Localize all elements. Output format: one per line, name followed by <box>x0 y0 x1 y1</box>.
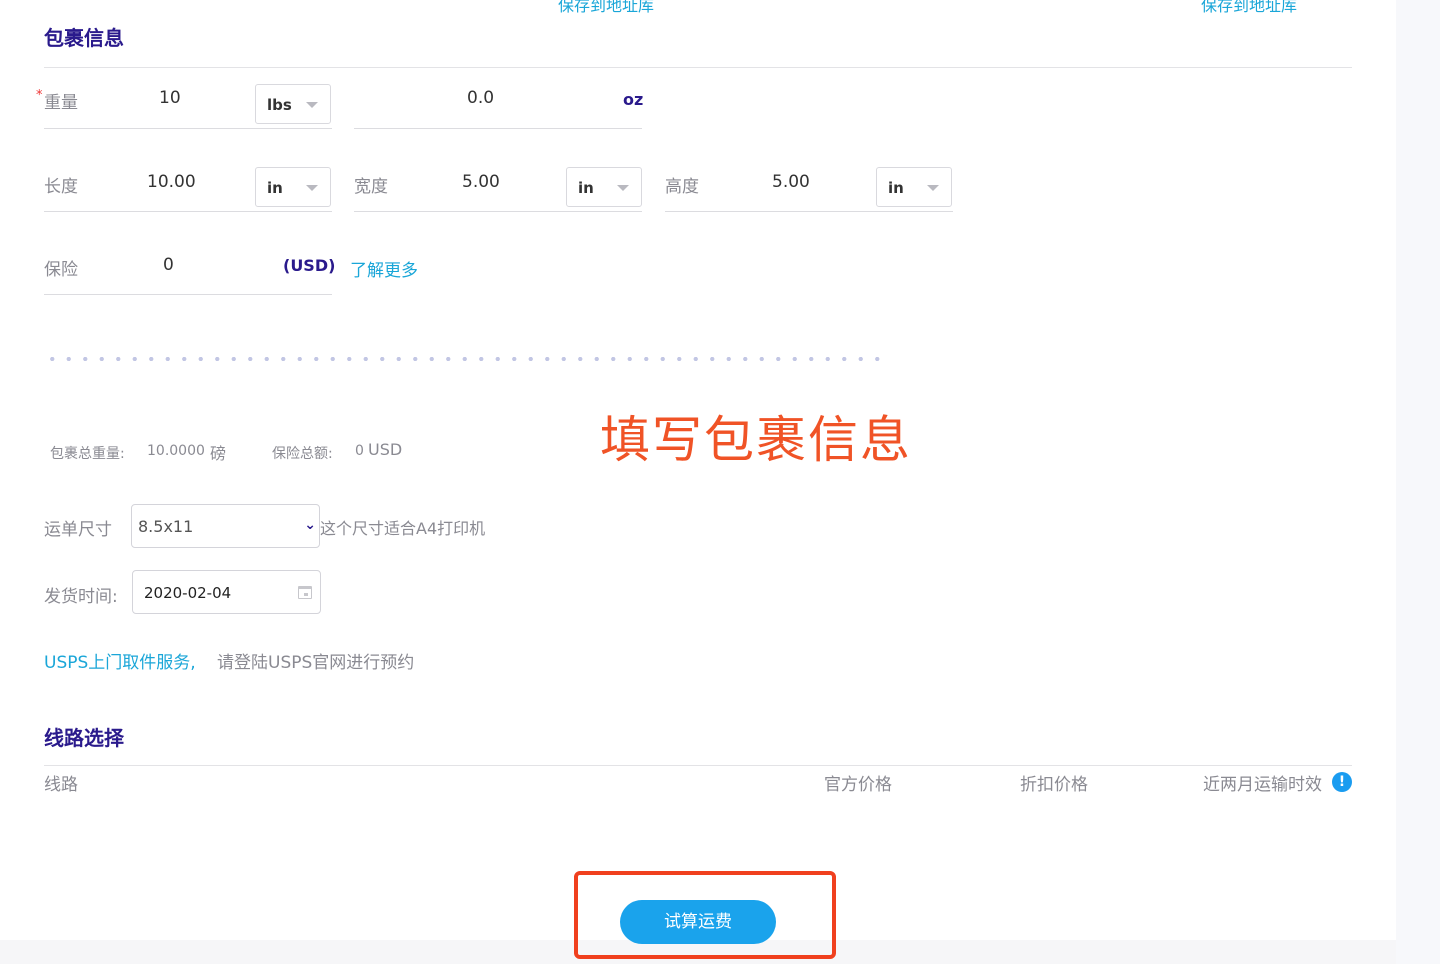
chevron-down-icon: ⌄ <box>304 517 316 533</box>
label-size-value: 8.5x11 <box>138 517 194 536</box>
insurance-currency: (USD) <box>283 256 336 275</box>
weight-unit-select[interactable]: lbs <box>255 84 331 124</box>
oz-field-underline <box>354 128 642 129</box>
annotation-text: 填写包裹信息 <box>600 411 912 469</box>
insurance-total-unit: USD <box>368 440 403 459</box>
caret-down-icon <box>306 185 318 191</box>
width-field-underline <box>354 211 642 212</box>
caret-down-icon <box>617 185 629 191</box>
total-weight-label: 包裹总重量: <box>50 446 125 462</box>
length-field-underline <box>44 211 332 212</box>
height-field-underline <box>665 211 953 212</box>
save-address-link-left[interactable]: 保存到地址库 <box>558 0 654 16</box>
length-input[interactable]: 10.00 <box>147 172 196 192</box>
right-gutter <box>1396 0 1440 964</box>
insurance-total-value: 0 <box>355 443 364 459</box>
height-input[interactable]: 5.00 <box>772 172 810 192</box>
learn-more-link[interactable]: 了解更多 <box>350 256 418 281</box>
calendar-icon[interactable] <box>298 586 312 599</box>
length-unit-value: in <box>267 179 283 197</box>
width-input[interactable]: 5.00 <box>462 172 500 192</box>
height-unit-select[interactable]: in <box>876 167 952 207</box>
oz-unit: oz <box>623 90 644 109</box>
width-unit-value: in <box>578 179 594 197</box>
total-weight-unit: 磅 <box>210 444 227 463</box>
save-address-link-right[interactable]: 保存到地址库 <box>1201 0 1297 16</box>
required-mark: * <box>36 88 43 103</box>
width-unit-select[interactable]: in <box>566 167 642 207</box>
usps-pickup-text: 请登陆USPS官网进行预约 <box>217 653 415 673</box>
insurance-total-label: 保险总额: <box>272 446 333 462</box>
routes-divider <box>44 765 1352 766</box>
total-weight-value: 10.0000 <box>147 443 205 459</box>
height-label: 高度 <box>665 177 699 197</box>
weight-label: 重量 <box>44 93 78 113</box>
ship-date-label: 发货时间: <box>44 587 118 607</box>
length-label: 长度 <box>44 177 78 197</box>
weight-input[interactable]: 10 <box>159 88 181 108</box>
package-title-divider <box>44 67 1352 68</box>
discount-price-column-header: 折扣价格 <box>1020 775 1088 795</box>
length-unit-select[interactable]: in <box>255 167 331 207</box>
route-column-header: 线路 <box>44 775 78 795</box>
width-label: 宽度 <box>354 177 388 197</box>
weight-unit-value: lbs <box>267 96 292 114</box>
transit-time-column-header: 近两月运输时效 <box>1203 775 1322 795</box>
info-icon[interactable]: ! <box>1332 772 1352 792</box>
package-section-title: 包裹信息 <box>44 26 124 50</box>
annotation-highlight-frame <box>574 871 836 959</box>
caret-down-icon <box>927 185 939 191</box>
dotted-separator <box>44 356 886 362</box>
usps-pickup-link[interactable]: USPS上门取件服务, <box>44 648 196 673</box>
ship-date-value: 2020-02-04 <box>144 584 232 602</box>
oz-input[interactable]: 0.0 <box>467 88 494 108</box>
routes-section-title: 线路选择 <box>44 726 124 750</box>
official-price-column-header: 官方价格 <box>824 775 892 795</box>
insurance-label: 保险 <box>44 260 78 280</box>
label-size-hint: 这个尺寸适合A4打印机 <box>320 519 486 538</box>
label-size-select[interactable]: 8.5x11 ⌄ <box>131 504 320 548</box>
height-unit-value: in <box>888 179 904 197</box>
insurance-input[interactable]: 0 <box>163 255 174 275</box>
insurance-field-underline <box>44 294 332 295</box>
ship-date-input[interactable]: 2020-02-04 <box>132 570 321 614</box>
caret-down-icon <box>306 102 318 108</box>
label-size-label: 运单尺寸 <box>44 520 112 540</box>
weight-field-underline <box>44 128 332 129</box>
